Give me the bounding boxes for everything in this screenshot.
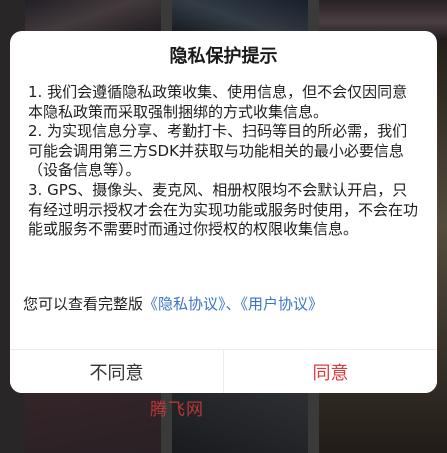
policy-paragraph: 1. 我们会遵循隐私政策收集、使用信息，但不会仅因同意本隐私政策而采取强制捆绑的…: [28, 83, 408, 121]
agreement-links-line: 您可以查看完整版《隐私协议》、《用户协议》: [23, 293, 423, 314]
watermark: 腾飞网: [150, 400, 204, 420]
link-separator: 、: [225, 295, 241, 313]
privacy-dialog: 隐私保护提示 1. 我们会遵循隐私政策收集、使用信息，但不会仅因同意本隐私政策而…: [10, 31, 437, 393]
privacy-policy-link[interactable]: 《隐私协议》: [143, 295, 226, 313]
dialog-title: 隐私保护提示: [169, 46, 278, 67]
disagree-button[interactable]: 不同意: [10, 350, 223, 393]
agreement-prefix: 您可以查看完整版: [23, 295, 144, 313]
policy-paragraph: 3. GPS、摄像头、麦克风、相册权限均不会默认开启，只有经过明示授权才会在为实…: [28, 180, 419, 239]
user-agreement-link[interactable]: 《用户协议》: [241, 295, 324, 313]
policy-paragraph: 2. 为实现信息分享、考勤打卡、扫码等目的所必需，我们可能会调用第三方SDK并获…: [28, 122, 408, 180]
dialog-body: 1. 我们会遵循隐私政策收集、使用信息，但不会仅因同意本隐私政策而采取强制捆绑的…: [28, 83, 420, 240]
agree-button[interactable]: 同意: [224, 350, 437, 393]
